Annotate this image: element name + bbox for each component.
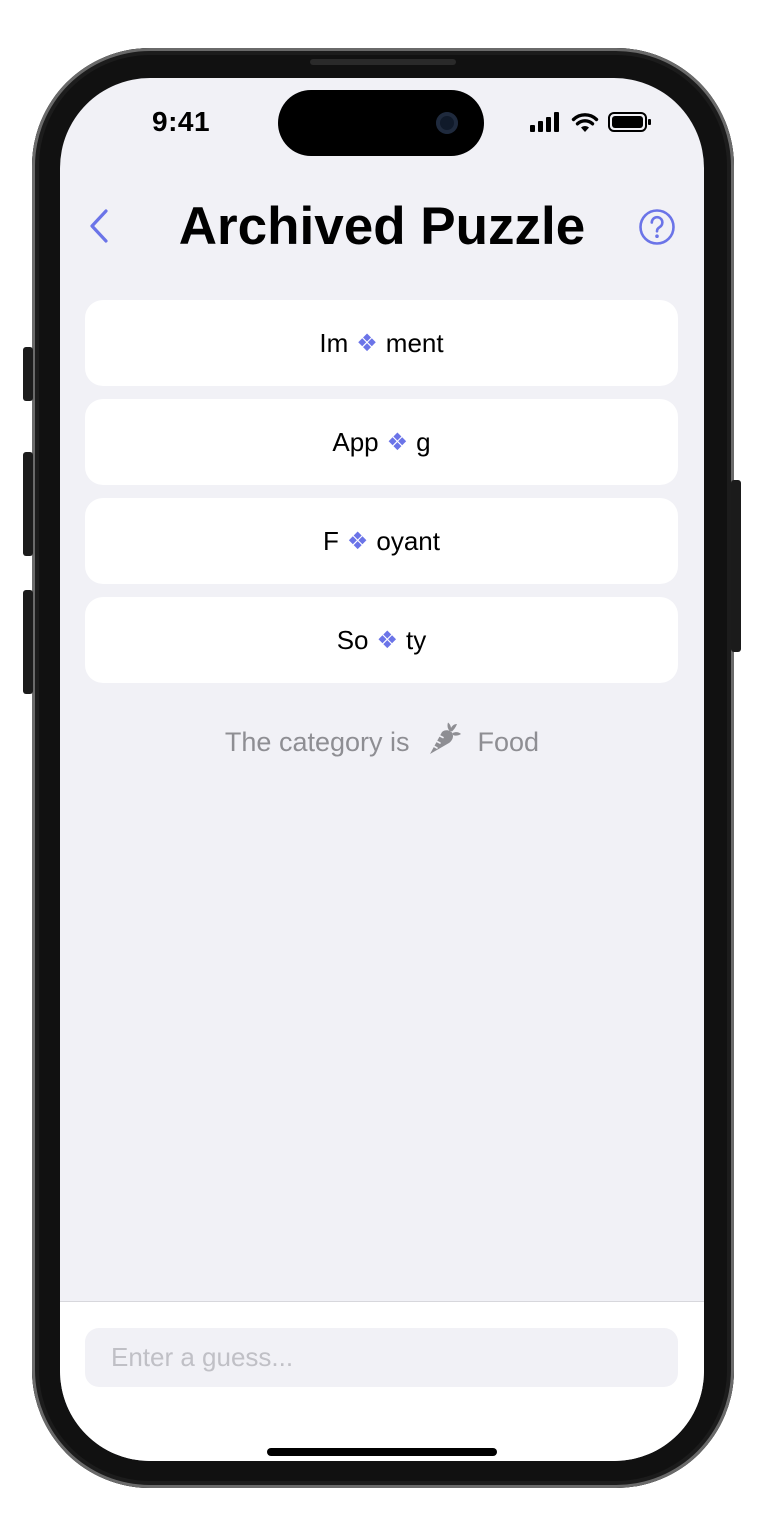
category-hint: The category is Food	[60, 721, 704, 764]
volume-down-button	[23, 590, 33, 694]
clue-list: Im ❖ ment App ❖ g F ❖ oyant So ❖ ty	[85, 300, 678, 696]
clue-prefix: So	[336, 624, 369, 655]
hidden-letters-icon: ❖	[346, 527, 369, 555]
status-icons	[530, 111, 652, 133]
clue-suffix: g	[416, 426, 431, 457]
help-button[interactable]	[638, 208, 676, 246]
status-time: 9:41	[152, 106, 211, 137]
guess-panel	[60, 1301, 704, 1461]
clue-card[interactable]: So ❖ ty	[85, 597, 678, 683]
home-indicator[interactable]	[267, 1448, 497, 1456]
clue-prefix: Im	[319, 327, 349, 358]
question-circle-icon	[639, 209, 675, 245]
clue-suffix: ty	[406, 624, 427, 655]
dynamic-island	[278, 90, 484, 156]
page-title: Archived Puzzle	[178, 197, 586, 256]
cellular-signal-icon	[530, 112, 559, 132]
clue-card[interactable]: App ❖ g	[85, 399, 678, 485]
clue-card[interactable]: Im ❖ ment	[85, 300, 678, 386]
action-button	[23, 347, 33, 401]
guess-input[interactable]	[85, 1328, 678, 1387]
camera-icon	[436, 112, 458, 134]
clue-suffix: oyant	[376, 525, 440, 556]
battery-icon	[608, 112, 651, 132]
carrot-icon	[426, 721, 462, 764]
clue-card[interactable]: F ❖ oyant	[85, 498, 678, 584]
status-bar: 9:41	[60, 78, 704, 164]
hidden-letters-icon: ❖	[356, 329, 378, 357]
clue-suffix: ment	[385, 327, 444, 358]
clue-prefix: App	[332, 426, 379, 457]
clue-prefix: F	[322, 525, 339, 556]
volume-up-button	[23, 452, 33, 556]
hidden-letters-icon: ❖	[376, 626, 399, 654]
power-button	[731, 480, 741, 652]
category-value: Food	[477, 727, 540, 757]
hidden-letters-icon: ❖	[386, 428, 409, 456]
category-label: The category is	[224, 727, 410, 757]
nav-bar: Archived Puzzle	[60, 196, 704, 256]
wifi-icon	[571, 113, 599, 132]
screen: 9:41 Archived Puzzle Im ❖ ment App ❖ g F…	[60, 78, 704, 1461]
